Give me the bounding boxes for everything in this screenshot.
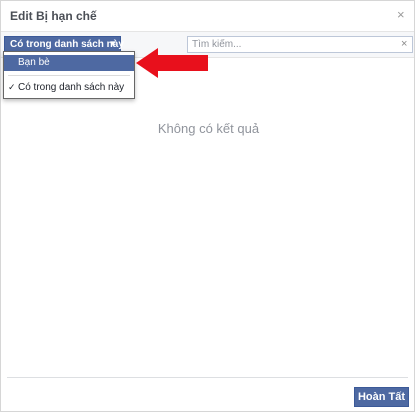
footer-divider — [7, 377, 408, 378]
dialog-title: Edit Bị hạn chế — [10, 9, 97, 23]
checkmark-icon: ✓ — [8, 82, 16, 92]
filter-label: Có trong danh sách này — [10, 39, 124, 50]
clear-icon[interactable]: × — [401, 38, 407, 50]
search-input[interactable]: Tìm kiếm... × — [187, 36, 413, 53]
menu-item-label: Bạn bè — [18, 57, 50, 68]
menu-item-friends[interactable]: Bạn bè — [4, 55, 134, 71]
menu-item-label: Có trong danh sách này — [18, 82, 125, 93]
empty-results-message: Không có kết quả — [157, 121, 260, 136]
done-button[interactable]: Hoàn Tất — [354, 387, 409, 407]
menu-item-in-this-list[interactable]: ✓ Có trong danh sách này — [4, 80, 134, 96]
close-icon[interactable]: × — [397, 8, 405, 22]
menu-divider — [8, 75, 130, 76]
edit-restricted-dialog: Edit Bị hạn chế × Có trong danh sách này… — [0, 0, 415, 412]
dialog-header: Edit Bị hạn chế × — [1, 1, 414, 32]
filter-dropdown-menu: Bạn bè ✓ Có trong danh sách này — [3, 51, 135, 99]
caret-down-icon: ▼ — [109, 39, 117, 48]
red-arrow-annotation — [136, 48, 208, 78]
